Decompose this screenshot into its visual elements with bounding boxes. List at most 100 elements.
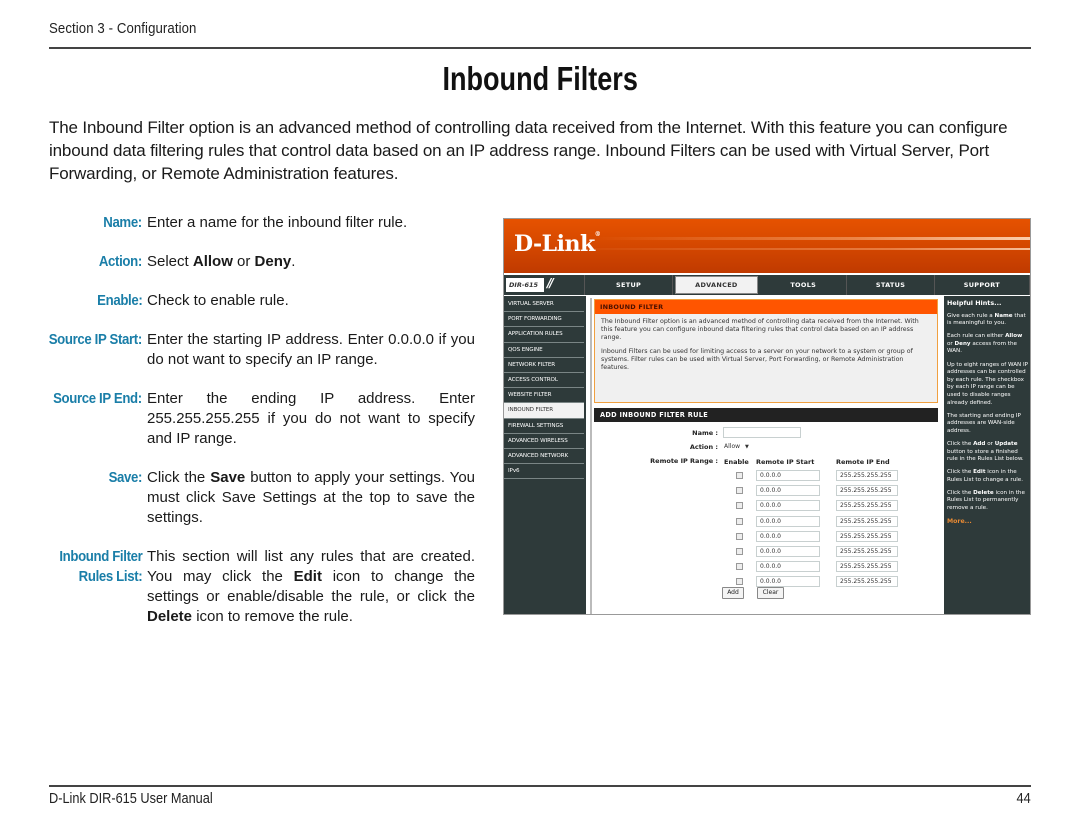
sidebar-item-advanced-wireless[interactable]: ADVANCED WIRELESS xyxy=(504,434,584,449)
remote-ip-start-input[interactable]: 0.0.0.0 xyxy=(756,515,820,527)
bold-term: Edit xyxy=(293,568,322,585)
text-run: Enter the ending IP address. Enter 255.2… xyxy=(147,390,475,447)
intro-paragraph: The Inbound Filter option is an advanced… xyxy=(49,118,1008,183)
bold-term: Deny xyxy=(254,253,292,270)
enable-checkbox[interactable] xyxy=(736,517,743,525)
hint-item: Give each rule a Name that is meaningful… xyxy=(947,313,1029,328)
manual-title: D-Link DIR-615 User Manual xyxy=(49,790,213,807)
clear-button[interactable]: Clear xyxy=(757,587,784,599)
bold-term: Edit xyxy=(973,469,986,476)
text-run: Select xyxy=(147,253,193,270)
remote-ip-end-input[interactable]: 255.255.255.255 xyxy=(836,485,898,497)
text-run: icon to remove the rule. xyxy=(192,608,353,625)
inbound-filter-info-box: INBOUND FILTER The Inbound Filter option… xyxy=(594,299,938,403)
add-button[interactable]: Add xyxy=(722,587,744,599)
add-rule-header: ADD INBOUND FILTER RULE xyxy=(594,408,938,422)
action-label: Action : xyxy=(689,443,718,451)
remote-ip-start-input[interactable]: 0.0.0.0 xyxy=(756,485,820,497)
sidebar-menu: VIRTUAL SERVER PORT FORWARDING APPLICATION… xyxy=(504,296,586,614)
remote-ip-start-input[interactable]: 0.0.0.0 xyxy=(756,530,820,542)
remote-ip-start-input[interactable]: 0.0.0.0 xyxy=(756,470,820,481)
bold-term: Save xyxy=(210,469,246,486)
column-remote-ip-end: Remote IP End xyxy=(836,458,890,466)
remote-ip-start-input[interactable]: 0.0.0.0 xyxy=(756,500,820,512)
text-run: Enter a name for the inbound filter rule… xyxy=(147,214,408,231)
remote-ip-range-label: Remote IP Range : xyxy=(650,457,718,465)
bold-term: Deny xyxy=(954,340,971,347)
remote-ip-start-input[interactable]: 0.0.0.0 xyxy=(756,561,820,573)
text-run: Up to eight ranges of WAN IP addresses c… xyxy=(947,361,1029,406)
action-select[interactable]: Allow ▼ xyxy=(724,441,758,452)
remote-ip-start-input[interactable]: 0.0.0.0 xyxy=(756,546,820,557)
sidebar-item-firewall-settings[interactable]: FIREWALL SETTINGS xyxy=(504,419,584,434)
tab-support[interactable]: SUPPORT xyxy=(935,275,1030,295)
info-paragraph-2: Inbound Filters can be used for limiting… xyxy=(601,347,913,372)
definition-item: Action: Select Allow or Deny. xyxy=(30,252,475,272)
info-paragraph-1: The Inbound Filter option is an advanced… xyxy=(601,318,919,342)
tab-tools[interactable]: TOOLS xyxy=(760,275,848,295)
enable-checkbox[interactable] xyxy=(736,578,743,586)
remote-ip-end-input[interactable]: 255.255.255.255 xyxy=(836,561,898,573)
term-line: Action: xyxy=(99,253,142,270)
enable-checkbox[interactable] xyxy=(736,563,743,571)
hint-item: Each rule can either Allow or Deny acces… xyxy=(947,333,1029,356)
term-line: Source IP Start: xyxy=(48,331,143,348)
page-number: 44 xyxy=(1016,790,1031,807)
sidebar-item-virtual-server[interactable]: VIRTUAL SERVER xyxy=(504,297,584,313)
remote-ip-start-input[interactable]: 0.0.0.0 xyxy=(756,576,820,588)
sidebar-item-qos-engine[interactable]: QOS ENGINE xyxy=(504,343,584,358)
helpful-hints-panel: Helpful Hints... Give each rule a Name t… xyxy=(944,296,1030,614)
column-remote-ip-start: Remote IP Start xyxy=(756,458,815,466)
name-input[interactable] xyxy=(723,427,801,438)
term-line: Save: xyxy=(108,469,143,486)
definition-item: Save: Click the Save button to apply your… xyxy=(30,468,475,528)
sidebar-item-access-control[interactable]: ACCESS CONTROL xyxy=(504,373,584,389)
bold-term: Delete xyxy=(973,489,994,496)
column-enable: Enable xyxy=(724,458,749,466)
footer-divider xyxy=(49,785,1031,787)
bold-term: Delete xyxy=(147,608,193,625)
sidebar-item-application-rules[interactable]: APPLICATION RULES xyxy=(504,327,584,343)
enable-checkbox[interactable] xyxy=(736,472,743,479)
bold-term: Update xyxy=(994,440,1018,447)
definition-term: Name: xyxy=(30,213,147,233)
enable-checkbox[interactable] xyxy=(736,502,743,510)
remote-ip-end-input[interactable]: 255.255.255.255 xyxy=(836,500,898,512)
remote-ip-end-input[interactable]: 255.255.255.255 xyxy=(836,530,898,542)
sidebar-item-port-forwarding[interactable]: PORT FORWARDING xyxy=(504,312,584,328)
definition-term: Source IP Start: xyxy=(30,330,147,370)
text-run: . xyxy=(291,253,296,270)
remote-ip-end-input[interactable]: 255.255.255.255 xyxy=(836,515,898,527)
text-run: Check to enable rule. xyxy=(147,292,289,309)
enable-checkbox[interactable] xyxy=(736,532,743,540)
term-line: Inbound Filter xyxy=(58,548,142,565)
hint-item: Click the Add or Update button to store … xyxy=(947,441,1029,464)
remote-ip-end-input[interactable]: 255.255.255.255 xyxy=(836,546,898,557)
bold-term: Name xyxy=(994,312,1013,319)
tab-setup[interactable]: SETUP xyxy=(585,275,673,295)
remote-ip-end-input[interactable]: 255.255.255.255 xyxy=(836,470,898,481)
term-line: Enable: xyxy=(96,292,143,309)
text-run: The starting and ending IP addresses are… xyxy=(947,412,1021,434)
tab-status[interactable]: STATUS xyxy=(847,275,935,295)
sidebar-item-ipv6[interactable]: IPv6 xyxy=(504,464,584,480)
text-run: Click the xyxy=(947,469,974,476)
remote-ip-end-input[interactable]: 255.255.255.255 xyxy=(836,576,898,588)
definition-item: Enable: Check to enable rule. xyxy=(30,291,475,311)
enable-checkbox[interactable] xyxy=(736,487,743,495)
text-run: Click the xyxy=(947,440,974,447)
text-run: or xyxy=(232,253,255,270)
definition-description: Enter a name for the inbound filter rule… xyxy=(147,213,475,233)
more-link[interactable]: More... xyxy=(947,518,1029,526)
sidebar-item-network-filter[interactable]: NETWORK FILTER xyxy=(504,358,584,373)
sidebar-item-inbound-filter[interactable]: INBOUND FILTER xyxy=(504,403,584,419)
definition-term: Source IP End: xyxy=(30,389,147,449)
tab-advanced[interactable]: ADVANCED xyxy=(674,276,759,294)
text-run: or xyxy=(947,340,955,347)
sidebar-item-website-filter[interactable]: WEBSITE FILTER xyxy=(504,388,584,404)
sidebar-item-advanced-network[interactable]: ADVANCED NETWORK xyxy=(504,449,584,465)
enable-checkbox[interactable] xyxy=(736,548,743,555)
text-run: Each rule can either xyxy=(947,333,1006,340)
logo-text: D-Link xyxy=(514,231,595,257)
dlink-logo: D-Link® xyxy=(514,231,601,257)
